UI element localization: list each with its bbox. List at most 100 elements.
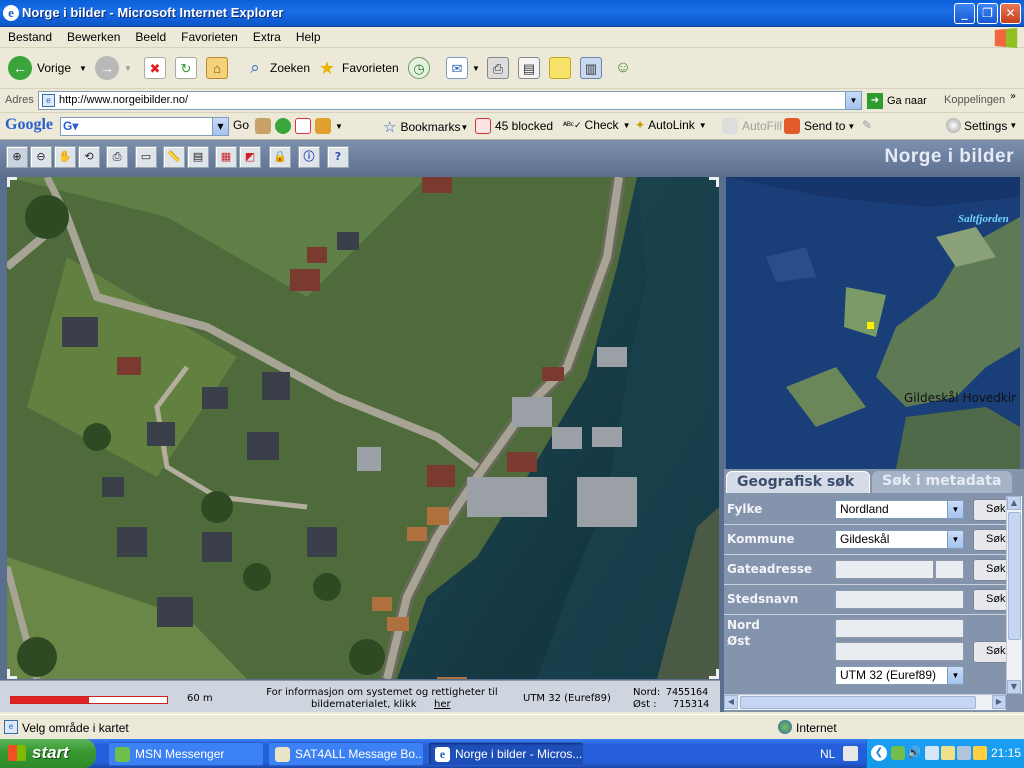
print-button[interactable]: ⎙ bbox=[487, 54, 513, 82]
close-button[interactable]: ✕ bbox=[1000, 3, 1021, 24]
stedsnavn-search-button[interactable]: Søk bbox=[973, 589, 1009, 611]
back-button[interactable]: ← Vorige ▼ bbox=[8, 54, 87, 82]
pan-tool[interactable]: ✋ bbox=[54, 146, 76, 168]
google-go-button[interactable]: Go bbox=[233, 118, 249, 132]
refresh-button[interactable]: ↻ bbox=[175, 54, 201, 82]
kommune-search-button[interactable]: Søk bbox=[973, 529, 1009, 551]
panel-vertical-scrollbar[interactable]: ▲ ▼ bbox=[1006, 496, 1022, 694]
minimize-button[interactable]: _ bbox=[954, 3, 975, 24]
menu-bewerken[interactable]: Bewerken bbox=[59, 27, 127, 44]
google-search-input[interactable]: G▾ ▼ bbox=[60, 117, 229, 136]
tab-geografisk-sok[interactable]: Geografisk søk bbox=[726, 471, 870, 493]
fylke-select[interactable]: Nordland ▼ bbox=[835, 500, 964, 519]
task-sat4all[interactable]: SAT4ALL Message Bo... bbox=[268, 742, 424, 766]
google-logo[interactable]: Google bbox=[5, 116, 53, 134]
links-toolbar[interactable]: Koppelingen bbox=[944, 94, 1005, 106]
history-button[interactable]: ◷ bbox=[408, 54, 434, 82]
nord-input[interactable] bbox=[835, 619, 964, 638]
horizontal-scroll-thumb[interactable] bbox=[740, 696, 976, 709]
zoom-out-tool[interactable]: ⊖ bbox=[30, 146, 52, 168]
messenger-button[interactable]: ☺ bbox=[612, 54, 638, 82]
menu-help[interactable]: Help bbox=[288, 27, 328, 44]
tray-app-icon[interactable] bbox=[941, 746, 955, 760]
autofill-button[interactable]: AutoFill bbox=[722, 118, 782, 134]
mail-button[interactable]: ✉ ▼ bbox=[446, 54, 480, 82]
fylke-dropdown-icon[interactable]: ▼ bbox=[947, 501, 963, 518]
highlight-button[interactable]: ✎ bbox=[862, 118, 872, 132]
ost-input[interactable] bbox=[835, 642, 964, 661]
tray-monitor-icon[interactable] bbox=[957, 746, 971, 760]
fylke-search-button[interactable]: Søk bbox=[973, 499, 1009, 521]
tray-security-icon[interactable] bbox=[973, 746, 987, 760]
stedsnavn-input[interactable] bbox=[835, 590, 964, 609]
autolink-button[interactable]: ✦ AutoLink ▼ bbox=[635, 118, 707, 132]
zoom-in-tool[interactable]: ⊕ bbox=[6, 146, 28, 168]
menu-beeld[interactable]: Beeld bbox=[127, 27, 173, 44]
settings-button[interactable]: Settings ▼ bbox=[946, 118, 1017, 133]
google-extra-buttons[interactable]: ▼ bbox=[255, 118, 343, 134]
overview-map[interactable]: Saltfjorden Gildeskål Hovedkir bbox=[726, 177, 1020, 469]
forward-button[interactable]: → ▼ bbox=[95, 54, 132, 82]
extras-dropdown-icon[interactable]: ▼ bbox=[335, 122, 343, 131]
go-button[interactable]: ➜ Ga naar bbox=[867, 93, 927, 109]
tray-volume-icon[interactable]: 🔊 bbox=[907, 746, 921, 759]
sendto-button[interactable]: Send to ▼ bbox=[784, 118, 855, 134]
edit-button[interactable]: ▤ bbox=[518, 54, 544, 82]
grid-tool[interactable]: ▦ bbox=[215, 146, 237, 168]
tray-network-icon[interactable] bbox=[925, 746, 939, 760]
lock-tool[interactable]: 🔒 bbox=[269, 146, 291, 168]
kommune-select[interactable]: Gildeskål ▼ bbox=[835, 530, 964, 549]
spellcheck-button[interactable]: ᴬᴮᶜ✓ Check ▼ bbox=[563, 118, 630, 132]
popup-blocker-button[interactable]: 45 blocked bbox=[475, 118, 553, 134]
google-dropdown-icon[interactable]: ▼ bbox=[212, 118, 228, 135]
info-link[interactable]: her bbox=[434, 699, 451, 710]
scroll-up-icon[interactable]: ▲ bbox=[1007, 496, 1021, 510]
task-msn-messenger[interactable]: MSN Messenger bbox=[108, 742, 264, 766]
address-dropdown-icon[interactable]: ▼ bbox=[845, 92, 861, 109]
selection-tool[interactable]: ◩ bbox=[239, 146, 261, 168]
gateadresse-search-button[interactable]: Søk bbox=[973, 559, 1009, 581]
menu-bestand[interactable]: Bestand bbox=[0, 27, 59, 44]
language-indicator[interactable]: NL bbox=[820, 747, 835, 761]
chevron-right-icon[interactable]: » bbox=[1010, 91, 1016, 102]
document-tool[interactable]: ▤ bbox=[187, 146, 209, 168]
tab-sok-i-metadata[interactable]: Søk i metadata bbox=[872, 471, 1012, 493]
scroll-left-icon[interactable]: ◀ bbox=[724, 695, 738, 709]
projection-dropdown-icon[interactable]: ▼ bbox=[947, 667, 963, 684]
kommune-dropdown-icon[interactable]: ▼ bbox=[947, 531, 963, 548]
aerial-map[interactable] bbox=[7, 177, 719, 679]
gateadresse-input[interactable] bbox=[835, 560, 934, 579]
window-title-bar[interactable]: e Norge i bilder - Microsoft Internet Ex… bbox=[0, 0, 1024, 27]
menu-favorieten[interactable]: Favorieten bbox=[173, 27, 245, 44]
address-input[interactable]: e http://www.norgeibilder.no/ ▼ bbox=[38, 91, 862, 110]
research-button[interactable]: ▥ bbox=[580, 54, 606, 82]
back-dropdown-icon[interactable]: ▼ bbox=[79, 64, 87, 73]
husnummer-input[interactable] bbox=[935, 560, 964, 579]
panel-horizontal-scrollbar[interactable]: ◀ ▶ bbox=[724, 694, 1006, 710]
tray-expand-icon[interactable]: ❮ bbox=[871, 745, 887, 761]
scroll-right-icon[interactable]: ▶ bbox=[992, 695, 1006, 709]
ruler-tool[interactable]: 📏 bbox=[163, 146, 185, 168]
clock[interactable]: 21:15 bbox=[991, 746, 1021, 760]
bookmarks-button[interactable]: ☆ Bookmarks ▼ bbox=[383, 118, 468, 136]
home-button[interactable]: ⌂ bbox=[206, 54, 232, 82]
measure-tool[interactable]: ▭ bbox=[135, 146, 157, 168]
vertical-scroll-thumb[interactable] bbox=[1008, 512, 1021, 640]
favorites-button[interactable]: ★ Favorieten bbox=[316, 54, 399, 82]
task-norge-i-bilder[interactable]: e Norge i bilder - Micros... bbox=[428, 742, 584, 766]
discuss-button[interactable] bbox=[549, 54, 575, 82]
redraw-tool[interactable]: ⟲ bbox=[78, 146, 100, 168]
projection-select[interactable]: UTM 32 (Euref89) ▼ bbox=[835, 666, 964, 685]
search-button[interactable]: ⌕ Zoeken bbox=[244, 54, 310, 82]
tray-msn-icon[interactable] bbox=[891, 746, 905, 760]
info-tool[interactable]: ⓘ bbox=[298, 146, 320, 168]
keyboard-icon[interactable] bbox=[843, 746, 858, 761]
menu-extra[interactable]: Extra bbox=[245, 27, 288, 44]
coord-search-button[interactable]: Søk bbox=[973, 641, 1009, 663]
help-tool[interactable]: ? bbox=[327, 146, 349, 168]
start-button[interactable]: start bbox=[0, 739, 96, 768]
print-tool[interactable]: ⎙ bbox=[106, 146, 128, 168]
scroll-down-icon[interactable]: ▼ bbox=[1007, 680, 1021, 694]
stop-button[interactable]: ✖ bbox=[144, 54, 170, 82]
maximize-button[interactable]: ❐ bbox=[977, 3, 998, 24]
